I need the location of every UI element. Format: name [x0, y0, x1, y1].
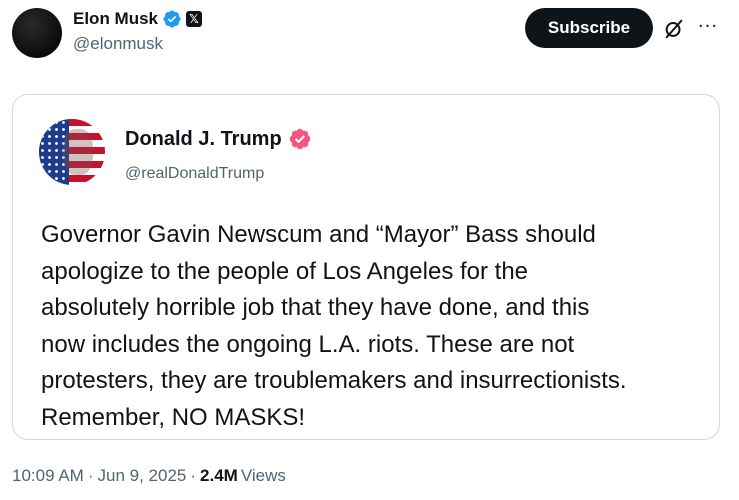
quoted-author-handle: @realDonaldTrump — [125, 165, 265, 182]
views-count: 2.4M — [200, 466, 238, 485]
verified-badge-icon — [289, 128, 310, 150]
author-handle[interactable]: @elonmusk — [73, 34, 163, 54]
quoted-post-text: Governor Gavin Newscum and “Mayor” Bass … — [41, 221, 627, 431]
quoted-author-name[interactable]: Donald J. Trump — [125, 128, 282, 151]
author-avatar[interactable] — [12, 8, 62, 58]
grok-icon[interactable] — [663, 18, 685, 40]
views-label: Views — [240, 466, 286, 485]
post-time[interactable]: 10:09 AM — [12, 466, 84, 486]
author-name[interactable]: Elon Musk — [73, 9, 158, 29]
post-meta: 10:09 AM · Jun 9, 2025 · 2.4M Views — [12, 466, 286, 486]
quoted-author-name-row[interactable]: Donald J. Trump — [125, 127, 312, 151]
post-date[interactable]: Jun 9, 2025 — [98, 466, 187, 486]
verified-badge-icon — [163, 10, 181, 28]
author-name-row[interactable]: Elon Musk 𝕏 — [73, 8, 203, 30]
separator: · — [190, 466, 197, 485]
subscribe-button[interactable]: Subscribe — [525, 8, 653, 48]
quoted-post-card[interactable]: Donald J. Trump @realDonaldTrump Governo… — [12, 94, 720, 440]
separator: · — [87, 466, 94, 485]
more-icon[interactable]: ··· — [696, 14, 720, 38]
quoted-author-avatar[interactable] — [39, 119, 105, 185]
x-logo-icon: 𝕏 — [186, 11, 203, 27]
